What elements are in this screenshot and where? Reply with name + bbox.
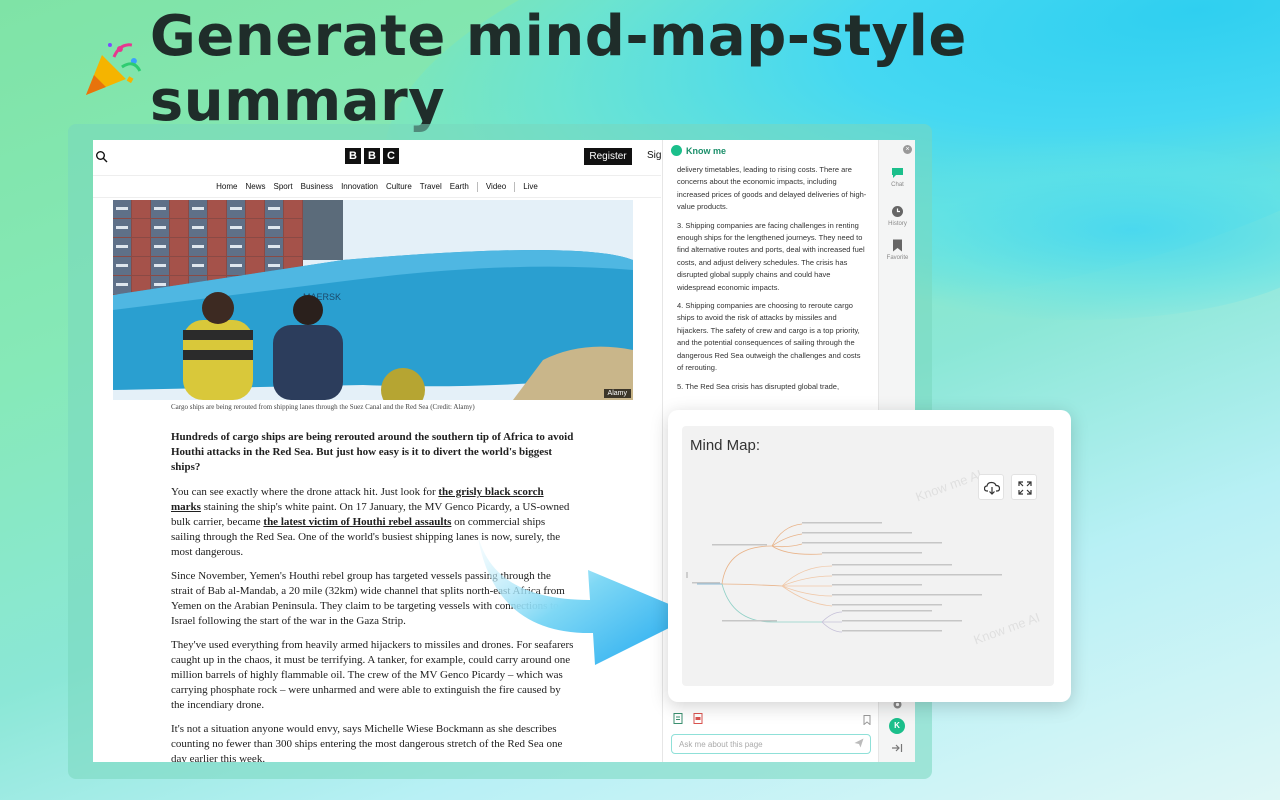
summary-paragraph: 3. Shipping companies are facing challen…	[677, 220, 865, 292]
ask-input[interactable]: Ask me about this page	[671, 734, 871, 754]
nav-divider	[514, 181, 516, 192]
close-icon[interactable]: ×	[903, 145, 912, 154]
cargo-ship-illustration: MAERSK	[113, 200, 633, 400]
mind-map-canvas: Mind Map: Know me AI Know me AI	[682, 426, 1054, 686]
rail-label: History	[888, 221, 907, 227]
mind-map-graph	[686, 522, 1002, 633]
paragraph-text: You can see exactly where the drone atta…	[171, 486, 439, 498]
summary-paragraph: 4. Shipping companies are choosing to re…	[677, 301, 861, 373]
bookmark-icon[interactable]	[863, 715, 871, 725]
nav-earth[interactable]: Earth	[450, 182, 469, 191]
nav-travel[interactable]: Travel	[420, 182, 442, 191]
article-paragraph: It's not a situation anyone would envy, …	[171, 723, 563, 762]
register-button[interactable]: Register	[584, 148, 632, 165]
nav-innovation[interactable]: Innovation	[341, 182, 378, 191]
nav-news[interactable]: News	[245, 182, 265, 191]
bbc-logo-letter: B	[364, 148, 380, 164]
rail-label: Chat	[891, 182, 904, 188]
rail-label: Favorite	[886, 255, 909, 261]
bbc-nav: Home News Sport Business Innovation Cult…	[93, 176, 661, 198]
collapse-icon[interactable]	[891, 743, 903, 753]
mind-map-popup: Mind Map: Know me AI Know me AI	[668, 410, 1071, 702]
headline: Generate mind-map-style summary	[80, 4, 1280, 134]
image-caption: Cargo ships are being rerouted from ship…	[171, 403, 475, 411]
nav-culture[interactable]: Culture	[386, 182, 412, 191]
bbc-logo-letter: B	[345, 148, 361, 164]
bbc-logo-letter: C	[383, 148, 399, 164]
clock-icon	[892, 206, 903, 217]
article-lead: Hundreds of cargo ships are being rerout…	[171, 431, 574, 473]
pdf-icon[interactable]	[693, 713, 703, 724]
sign-in-link[interactable]: Sig	[647, 150, 661, 161]
document-icon[interactable]	[673, 713, 683, 724]
image-credit: Alamy	[603, 389, 631, 398]
link-houthi-assaults[interactable]: the latest victim of Houthi rebel assaul…	[263, 516, 451, 528]
send-icon[interactable]	[854, 738, 864, 748]
nav-home[interactable]: Home	[216, 182, 237, 191]
panel-tools	[673, 713, 703, 724]
nav-divider	[476, 181, 478, 192]
panel-title: Know me	[686, 145, 727, 156]
headline-text: Generate mind-map-style summary	[149, 4, 967, 134]
summary-paragraph: 5. The Red Sea crisis has disrupted glob…	[677, 381, 840, 391]
party-popper-icon	[85, 43, 142, 95]
bookmark-icon	[893, 239, 902, 252]
rail-chat[interactable]: Chat	[879, 167, 915, 188]
summary-paragraph: delivery timetables, leading to rising c…	[677, 165, 867, 212]
bbc-header: B B C Register Sig	[93, 140, 661, 176]
chat-icon	[892, 168, 903, 178]
nav-live[interactable]: Live	[523, 182, 538, 191]
nav-business[interactable]: Business	[301, 182, 333, 191]
rail-favorite[interactable]: Favorite	[879, 239, 915, 261]
know-me-logo-icon	[671, 145, 682, 156]
panel-header: Know me	[671, 145, 726, 156]
rail-history[interactable]: History	[879, 205, 915, 227]
bbc-logo[interactable]: B B C	[345, 148, 399, 164]
nav-sport[interactable]: Sport	[273, 182, 292, 191]
avatar[interactable]: K	[889, 718, 905, 734]
summary-text: delivery timetables, leading to rising c…	[677, 164, 867, 399]
nav-video[interactable]: Video	[486, 182, 506, 191]
search-icon[interactable]	[95, 150, 109, 164]
hero-image: MAERSK Alamy	[113, 200, 633, 400]
